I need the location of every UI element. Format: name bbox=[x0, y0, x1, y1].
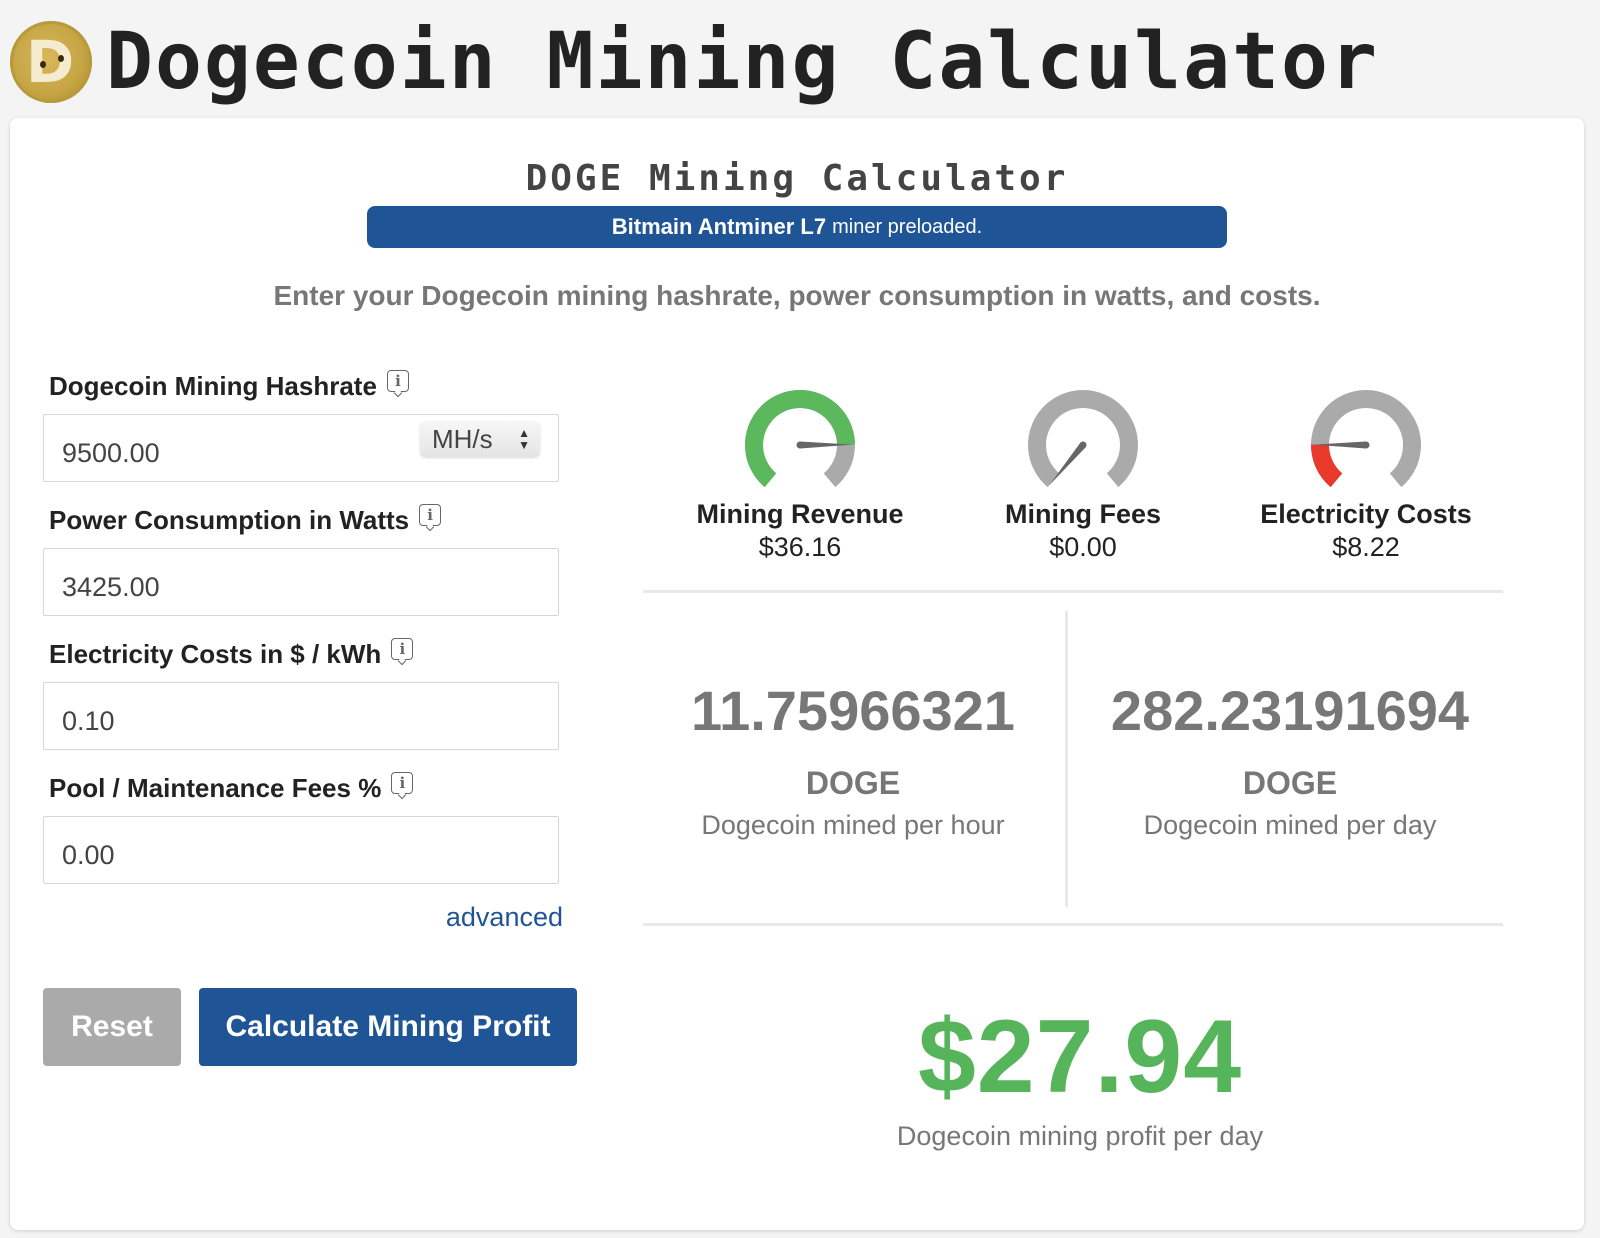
profit-per-day-value: $27.94 bbox=[917, 999, 1243, 1115]
mined-per-hour-unit: DOGE bbox=[805, 765, 901, 801]
gauge-value: $36.16 bbox=[758, 532, 842, 562]
info-icon[interactable]: i bbox=[391, 772, 414, 794]
gauge-revenue-dial bbox=[745, 390, 855, 488]
mined-per-hour-value: 11.75966321 bbox=[691, 679, 1015, 742]
electricity-label: Electricity Costs in $ / kWh i bbox=[49, 636, 583, 670]
power-field-wrapper bbox=[43, 548, 559, 616]
divider bbox=[643, 923, 1503, 926]
hashrate-unit-select[interactable]: MH/s ▲ ▼ bbox=[420, 421, 540, 457]
power-label: Power Consumption in Watts i bbox=[49, 502, 583, 536]
electricity-cost-input[interactable] bbox=[44, 683, 558, 749]
gauge-label: Mining Fees bbox=[1004, 499, 1161, 529]
gauges: Mining Revenue $36.16 Mining Fees $0.00 … bbox=[670, 383, 1530, 573]
fees-input[interactable] bbox=[44, 817, 558, 883]
info-icon[interactable]: i bbox=[391, 638, 414, 660]
reset-button[interactable]: Reset bbox=[43, 988, 181, 1066]
electricity-field-wrapper bbox=[43, 682, 559, 750]
info-icon[interactable]: i bbox=[386, 370, 409, 392]
gauge-hub bbox=[1362, 441, 1370, 449]
calculator-card: DOGE Mining Calculator Bitmain Antminer … bbox=[10, 118, 1584, 1230]
profit-per-day-desc: Dogecoin mining profit per day bbox=[896, 1121, 1264, 1151]
mined-per-hour-desc: Dogecoin mined per hour bbox=[701, 810, 1005, 840]
select-arrows-icon: ▲ ▼ bbox=[518, 426, 530, 452]
gauge-track bbox=[1028, 390, 1138, 488]
site-header: D Dogecoin Mining Calculator bbox=[10, 14, 1379, 110]
intro-text: Enter your Dogecoin mining hashrate, pow… bbox=[273, 280, 1321, 311]
gauge-value: $8.22 bbox=[1332, 532, 1400, 562]
profit-summary: $27.94 Dogecoin mining profit per day bbox=[650, 998, 1510, 1152]
gauge-fees: Mining Fees $0.00 bbox=[953, 383, 1213, 563]
mined-per-day-value: 282.23191694 bbox=[1110, 679, 1470, 742]
power-input[interactable] bbox=[44, 549, 558, 615]
fees-field-wrapper bbox=[43, 816, 559, 884]
site-title: Dogecoin Mining Calculator bbox=[106, 17, 1379, 107]
mined-per-day-desc: Dogecoin mined per day bbox=[1143, 810, 1437, 840]
form-buttons: Reset Calculate Mining Profit bbox=[43, 988, 577, 1066]
gauge-fill bbox=[1311, 444, 1343, 488]
banner-suffix: miner preloaded. bbox=[832, 215, 983, 238]
gauge-hub bbox=[796, 441, 804, 449]
info-icon[interactable]: i bbox=[419, 504, 442, 526]
miner-preloaded-banner: Bitmain Antminer L7 miner preloaded. bbox=[367, 206, 1227, 248]
divider bbox=[643, 590, 1503, 593]
mined-per-day-unit: DOGE bbox=[1242, 765, 1338, 801]
gauge-electricity-dial bbox=[1311, 390, 1421, 488]
gauge-label: Mining Revenue bbox=[696, 499, 904, 529]
hashrate-field-wrapper: MH/s ▲▼ bbox=[43, 414, 559, 482]
miner-name: Bitmain Antminer L7 bbox=[611, 214, 827, 239]
gauge-electricity: Electricity Costs $8.22 bbox=[1236, 383, 1496, 563]
gauge-value: $0.00 bbox=[1049, 532, 1117, 562]
gauge-fees-dial bbox=[1028, 390, 1138, 488]
mined-per-hour: 11.75966321 DOGE Dogecoin mined per hour bbox=[643, 678, 1063, 841]
dogecoin-logo-icon: D bbox=[10, 21, 92, 103]
gauge-hub bbox=[1079, 441, 1087, 449]
advanced-link[interactable]: advanced bbox=[43, 902, 563, 933]
calculate-button[interactable]: Calculate Mining Profit bbox=[199, 988, 577, 1066]
hashrate-label: Dogecoin Mining Hashrate i bbox=[49, 368, 583, 402]
mined-per-day: 282.23191694 DOGE Dogecoin mined per day bbox=[1075, 678, 1505, 841]
divider bbox=[1065, 611, 1068, 907]
gauge-label: Electricity Costs bbox=[1260, 499, 1472, 529]
calculator-form: Dogecoin Mining Hashrate i MH/s ▲▼ Power… bbox=[43, 368, 583, 933]
fees-label: Pool / Maintenance Fees % i bbox=[49, 770, 583, 804]
gauge-needle bbox=[1048, 442, 1086, 486]
gauge-revenue: Mining Revenue $36.16 bbox=[670, 383, 930, 563]
calculator-title: DOGE Mining Calculator bbox=[525, 158, 1069, 199]
